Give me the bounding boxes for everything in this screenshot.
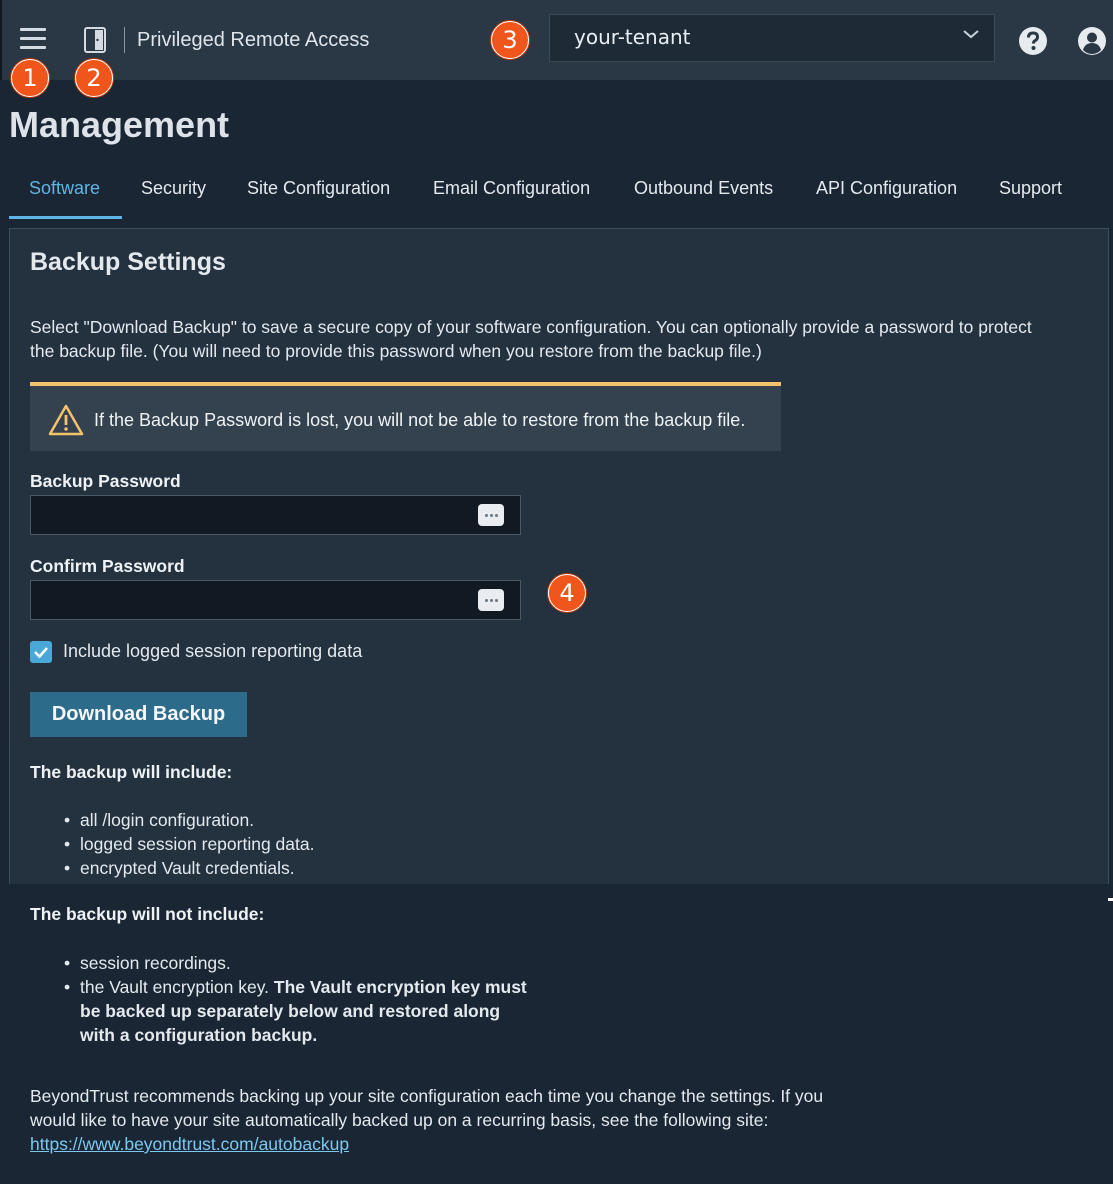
tab-outbound-events[interactable]: Outbound Events [634, 178, 773, 199]
tenant-value: your-tenant [574, 25, 691, 49]
tab-security[interactable]: Security [141, 178, 206, 199]
warning-text: If the Backup Password is lost, you will… [94, 410, 746, 430]
callout-marker-4: 4 [548, 574, 586, 612]
intro-text: Select "Download Backup" to save a secur… [30, 317, 1032, 361]
list-item: the Vault encryption key. The Vault encr… [64, 975, 530, 1047]
tab-software[interactable]: Software [29, 178, 100, 199]
backup-password-label: Backup Password [30, 471, 181, 491]
page-title: Management [9, 104, 230, 145]
autobackup-link[interactable]: https://www.beyondtrust.com/autobackup [30, 1134, 349, 1154]
include-reporting-checkbox[interactable] [30, 641, 52, 663]
list-item: logged session reporting data. [64, 832, 315, 856]
header-divider [124, 27, 125, 53]
backup-password-field[interactable] [30, 495, 521, 535]
tab-api-configuration[interactable]: API Configuration [816, 178, 957, 199]
app-title: Privileged Remote Access [137, 29, 370, 51]
list-item: all /login configuration. [64, 808, 314, 832]
tab-site-configuration[interactable]: Site Configuration [247, 178, 390, 199]
checkmark-icon [34, 647, 48, 659]
include-reporting-label[interactable]: Include logged session reporting data [63, 641, 362, 662]
confirm-password-field[interactable] [30, 580, 521, 620]
tab-email-configuration[interactable]: Email Configuration [433, 178, 590, 199]
recommendation-body: BeyondTrust recommends backing up your s… [30, 1086, 824, 1130]
includes-list: all /login configuration. logged session… [64, 808, 315, 880]
user-avatar-icon[interactable] [1077, 26, 1107, 56]
tab-support[interactable]: Support [999, 178, 1062, 199]
confirm-password-input[interactable] [31, 581, 520, 619]
includes-heading: The backup will include: [30, 762, 233, 782]
tab-bar: Software Security Site Configuration Ema… [9, 168, 1109, 220]
top-bar: Privileged Remote Access your-tenant [0, 0, 1113, 80]
edge-marker [1108, 898, 1113, 901]
tenant-select[interactable]: your-tenant [549, 14, 995, 62]
warning-icon [48, 404, 84, 436]
callout-marker-1: 1 [11, 59, 49, 97]
section-heading: Backup Settings [30, 248, 226, 276]
app-door-icon[interactable] [84, 27, 106, 53]
callout-marker-2: 2 [75, 59, 113, 97]
help-icon[interactable] [1018, 26, 1048, 56]
chevron-down-icon [963, 30, 979, 39]
vault-key-text: the Vault encryption key. [80, 977, 274, 997]
confirm-password-label: Confirm Password [30, 556, 185, 576]
hamburger-icon[interactable] [20, 28, 46, 50]
callout-marker-3: 3 [491, 21, 529, 59]
excludes-heading: The backup will not include: [30, 904, 265, 924]
excludes-list: session recordings. the Vault encryption… [64, 951, 530, 1047]
list-item: session recordings. [64, 951, 530, 975]
active-tab-indicator [9, 216, 122, 219]
list-item: encrypted Vault credentials. [64, 856, 314, 880]
password-manager-icon[interactable] [478, 504, 504, 526]
recommendation-text: BeyondTrust recommends backing up your s… [30, 1084, 850, 1156]
backup-password-input[interactable] [31, 496, 520, 534]
password-manager-icon[interactable] [478, 589, 504, 611]
warning-banner: If the Backup Password is lost, you will… [30, 382, 781, 451]
download-backup-button[interactable]: Download Backup [30, 692, 247, 737]
